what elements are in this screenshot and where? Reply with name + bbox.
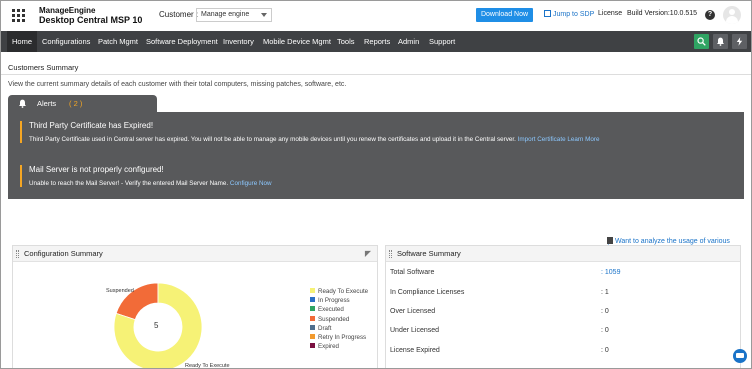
jump-to-sdp-link[interactable]: Jump to SDP xyxy=(544,10,594,18)
help-icon[interactable]: ? xyxy=(705,10,715,20)
legend-item[interactable]: Executed xyxy=(310,306,368,315)
sw-expired-label: License Expired xyxy=(390,347,440,354)
nav-admin[interactable]: Admin xyxy=(398,31,419,52)
alerts-tab-label: Alerts xyxy=(37,99,57,108)
nav-support[interactable]: Support xyxy=(429,31,455,52)
notifications-button[interactable] xyxy=(713,34,728,49)
legend-label: In Progress xyxy=(318,297,350,305)
quick-actions-button[interactable] xyxy=(732,34,747,49)
donut-center-total: 5 xyxy=(154,321,159,330)
legend-swatch xyxy=(310,306,315,312)
nav-mobile-device-mgmt[interactable]: Mobile Device Mgmt xyxy=(263,31,331,52)
alert-title: Mail Server is not properly configured! xyxy=(29,165,164,174)
legend-item[interactable]: Draft xyxy=(310,324,368,334)
card-header: Configuration Summary ◤ xyxy=(13,246,377,262)
nav-patch-mgmt[interactable]: Patch Mgmt xyxy=(98,31,138,52)
legend-label: Executed xyxy=(318,306,344,314)
card-header: Software Summary xyxy=(386,246,740,262)
legend-item[interactable]: Retry In Progress xyxy=(310,333,368,343)
learn-more-link[interactable]: Learn More xyxy=(567,136,599,143)
card-title: Software Summary xyxy=(397,249,461,258)
legend-swatch xyxy=(310,324,315,330)
legend-swatch xyxy=(310,315,315,321)
top-header: ManageEngine Desktop Central MSP 10 Cust… xyxy=(1,1,751,31)
lightning-icon xyxy=(736,37,743,46)
page-title: Customers Summary xyxy=(8,63,79,72)
bell-icon xyxy=(19,99,26,108)
configure-now-link[interactable]: Configure Now xyxy=(230,180,272,187)
chart-toggle-icon[interactable]: ◤ xyxy=(365,249,371,258)
product-name: Desktop Central MSP 10 xyxy=(39,15,143,25)
chat-icon xyxy=(736,353,744,358)
app-window: ManageEngine Desktop Central MSP 10 Cust… xyxy=(0,0,752,369)
legend-swatch xyxy=(310,343,315,349)
customer-select[interactable]: Manage engine xyxy=(196,8,272,22)
sw-over-label: Over Licensed xyxy=(390,308,436,315)
search-button[interactable] xyxy=(694,34,709,49)
page-description: View the current summary details of each… xyxy=(8,81,347,88)
document-icon xyxy=(607,237,613,244)
legend-label: Ready To Execute xyxy=(318,288,369,295)
alert-item: Mail Server is not properly configured! … xyxy=(20,165,272,187)
chevron-down-icon xyxy=(261,13,267,17)
alert-message-text: Third Party Certificate used in Central … xyxy=(29,136,516,143)
alert-message-text: Unable to reach the Mail Server! - Verif… xyxy=(29,180,229,187)
slice-label-suspended: Suspended xyxy=(106,288,134,294)
legend-label: Draft xyxy=(318,324,332,332)
main-nav: Home Configurations Patch Mgmt Software … xyxy=(1,31,751,52)
alert-title: Third Party Certificate has Expired! xyxy=(29,121,154,130)
chat-button[interactable] xyxy=(733,349,747,363)
alerts-count-badge: ( 2 ) xyxy=(69,99,83,108)
legend-label: Expired xyxy=(318,343,339,351)
customer-select-value: Manage engine xyxy=(201,11,250,18)
divider xyxy=(1,74,751,75)
customer-label: Customer : xyxy=(159,10,199,19)
legend-swatch xyxy=(310,297,315,303)
import-certificate-link[interactable]: Import Certificate xyxy=(518,136,566,143)
drag-handle-icon[interactable] xyxy=(16,250,19,258)
drag-handle-icon[interactable] xyxy=(389,250,392,258)
sw-compliance-label: In Compliance Licenses xyxy=(390,289,465,296)
legend-swatch xyxy=(310,333,315,339)
alerts-tab[interactable]: Alerts ( 2 ) xyxy=(8,95,157,112)
card-title: Configuration Summary xyxy=(24,249,103,258)
legend-item[interactable]: Expired xyxy=(310,343,368,352)
alerts-panel: Third Party Certificate has Expired! Thi… xyxy=(8,112,744,199)
nav-inventory[interactable]: Inventory xyxy=(223,31,254,52)
build-version: Build Version:10.0.515 xyxy=(627,10,698,17)
nav-home[interactable]: Home xyxy=(7,31,38,52)
legend-label: Suspended xyxy=(318,315,350,323)
slice-label-ready-to-execute: Ready To Execute xyxy=(185,363,230,369)
nav-reports[interactable]: Reports xyxy=(364,31,390,52)
bell-icon xyxy=(717,37,724,46)
sw-compliance-value: : 1 xyxy=(601,289,609,296)
sw-total-value[interactable]: : 1059 xyxy=(601,269,620,276)
sw-total-label: Total Software xyxy=(390,269,435,276)
external-link-icon xyxy=(544,10,551,17)
brand-vendor: ManageEngine xyxy=(39,6,96,15)
alert-message: Unable to reach the Mail Server! - Verif… xyxy=(29,180,272,187)
legend-item[interactable]: In Progress xyxy=(310,297,368,306)
sw-over-value: : 0 xyxy=(601,308,609,315)
download-now-button[interactable]: Download Now xyxy=(476,8,533,22)
legend-item[interactable]: Ready To Execute xyxy=(310,288,368,297)
user-avatar[interactable] xyxy=(723,6,741,24)
jump-to-sdp-label: Jump to SDP xyxy=(553,11,595,18)
sw-under-label: Under Licensed xyxy=(390,327,440,334)
legend-swatch xyxy=(310,288,315,293)
alert-message: Third Party Certificate used in Central … xyxy=(29,136,600,143)
nav-software-deployment[interactable]: Software Deployment xyxy=(146,31,218,52)
brand-logo[interactable]: ManageEngine Desktop Central MSP 10 xyxy=(39,6,142,26)
sw-expired-value: : 0 xyxy=(601,347,609,354)
sw-under-value: : 0 xyxy=(601,327,609,334)
legend-label: Retry In Progress xyxy=(318,333,367,341)
chart-legend: Ready To Execute In Progress Executed Suspe… xyxy=(310,288,368,352)
nav-configurations[interactable]: Configurations xyxy=(42,31,90,52)
search-icon xyxy=(697,37,706,46)
app-grid-icon[interactable] xyxy=(11,8,27,24)
nav-tools[interactable]: Tools xyxy=(337,31,355,52)
alert-item: Third Party Certificate has Expired! Thi… xyxy=(20,121,600,143)
legend-item[interactable]: Suspended xyxy=(310,315,368,325)
license-link[interactable]: License xyxy=(598,10,622,17)
